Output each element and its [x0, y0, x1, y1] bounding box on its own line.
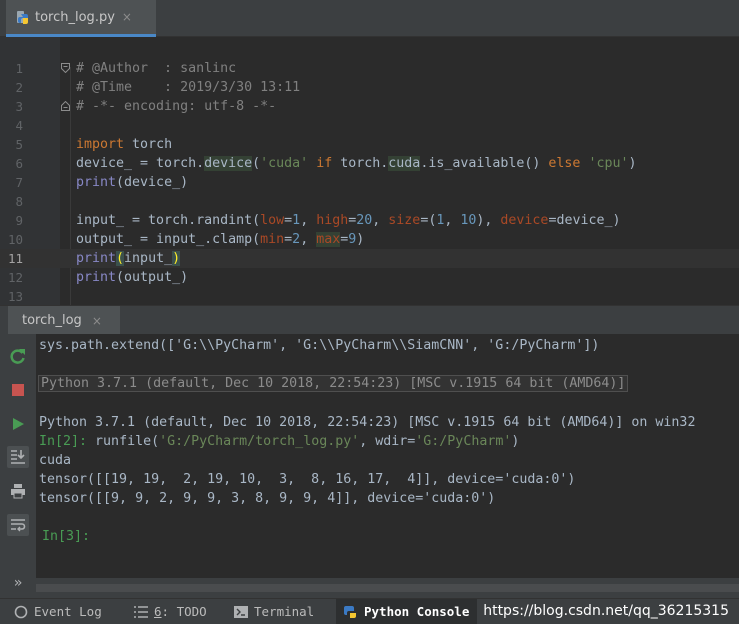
console-prompt: In[2]: [39, 434, 96, 449]
scroll-to-end-icon[interactable] [7, 446, 29, 468]
console-toolbar: » [0, 334, 36, 598]
todo-button[interactable]: 6: TODO [134, 599, 207, 624]
editor-tab[interactable]: torch_log.py × [6, 0, 156, 37]
console-output[interactable]: sys.path.extend(['G:\\PyCharm', 'G:\\PyC… [36, 334, 739, 578]
code-line[interactable]: 9 input_ = torch.randint(low=1, high=20,… [0, 211, 739, 230]
fold-icon[interactable] [61, 63, 70, 73]
line-number: 3 [15, 99, 23, 114]
line-number: 11 [7, 251, 23, 266]
code-line[interactable]: 5 import torch [0, 135, 739, 154]
scrollbar-thumb[interactable] [36, 584, 739, 592]
code-line[interactable]: 10 output_ = input_.clamp(min=2, max=9) [0, 230, 739, 249]
editor-tab-title: torch_log.py [35, 9, 115, 25]
console-line-banner: Python 3.7.1 (default, Dec 10 2018, 22:5… [37, 375, 629, 392]
code-editor[interactable]: 1 # @Author : sanlinc 2 # @Time : 2019/3… [0, 37, 739, 305]
code-text: input_ = torch.randint(low=1, high=20, s… [76, 213, 621, 228]
code-line-current[interactable]: 11 print(input_) [0, 249, 739, 268]
terminal-icon [234, 605, 248, 618]
soft-wrap-icon[interactable] [7, 514, 29, 536]
code-line[interactable]: 6 device_ = torch.device('cuda' if torch… [0, 154, 739, 173]
terminal-button[interactable]: Terminal [234, 599, 314, 624]
expand-icon[interactable]: » [7, 572, 29, 594]
code-text: # @Time : 2019/3/30 13:11 [76, 80, 301, 95]
code-line[interactable]: 1 # @Author : sanlinc [0, 59, 739, 78]
todo-icon [134, 605, 148, 618]
stop-icon[interactable] [7, 379, 29, 401]
line-number: 5 [15, 137, 23, 152]
console-tab[interactable]: torch_log × [8, 306, 120, 335]
python-console-icon [344, 605, 356, 618]
code-text: output_ = input_.clamp(min=2, max=9) [76, 232, 365, 247]
code-line[interactable]: 4 [0, 116, 739, 135]
console-line: tensor([[9, 9, 2, 9, 9, 3, 8, 9, 9, 4]],… [39, 491, 496, 506]
code-text: print(device_) [76, 175, 189, 190]
code-line[interactable]: 3 # -*- encoding: utf-8 -*- [0, 97, 739, 116]
run-icon[interactable] [7, 413, 29, 435]
code-text: # -*- encoding: utf-8 -*- [76, 99, 277, 114]
event-log-icon [14, 605, 28, 618]
python-file-icon [17, 11, 28, 24]
close-icon[interactable]: × [122, 10, 132, 24]
tool-window-bar: Event Log 6: TODO Terminal Python Consol… [0, 598, 739, 624]
console-line: sys.path.extend(['G:\\PyCharm', 'G:\\PyC… [39, 338, 600, 353]
fold-icon[interactable] [61, 101, 70, 111]
code-line[interactable]: 13 [0, 287, 739, 306]
line-number: 9 [15, 213, 23, 228]
code-text: print(input_) [76, 251, 181, 266]
editor-tab-bar: torch_log.py × [0, 0, 739, 37]
console-command: runfile('G:/PyCharm/torch_log.py', wdir=… [95, 434, 520, 449]
line-number: 12 [7, 270, 23, 285]
horizontal-scrollbar[interactable] [36, 578, 739, 598]
code-line[interactable]: 12 print(output_) [0, 268, 739, 287]
console-tab-title: torch_log [22, 313, 82, 328]
console-line: cuda [39, 453, 72, 468]
line-number: 6 [15, 156, 23, 171]
console-line: tensor([[19, 19, 2, 19, 10, 3, 8, 16, 17… [39, 472, 576, 487]
line-number: 4 [15, 118, 23, 133]
close-icon[interactable]: × [92, 314, 102, 328]
code-line[interactable]: 2 # @Time : 2019/3/30 13:11 [0, 78, 739, 97]
line-number: 2 [15, 80, 23, 95]
code-text: print(output_) [76, 270, 189, 285]
watermark: https://blog.csdn.net/qq_36215315 [483, 603, 729, 619]
line-number: 10 [7, 232, 23, 247]
rerun-icon[interactable] [7, 345, 29, 367]
line-number: 13 [7, 289, 23, 304]
python-console-button[interactable]: Python Console [336, 599, 478, 624]
event-log-button[interactable]: Event Log [14, 599, 102, 624]
code-text: # @Author : sanlinc [76, 61, 237, 76]
line-number: 1 [15, 61, 23, 76]
code-text: import torch [76, 137, 173, 152]
line-number: 8 [15, 194, 23, 209]
code-text: device_ = torch.device('cuda' if torch.c… [76, 156, 637, 171]
code-line[interactable]: 7 print(device_) [0, 173, 739, 192]
line-number: 7 [15, 175, 23, 190]
code-line[interactable]: 8 [0, 192, 739, 211]
console-line: Python 3.7.1 (default, Dec 10 2018, 22:5… [39, 415, 696, 430]
print-icon[interactable] [7, 480, 29, 502]
console-line-input: In[2]: runfile('G:/PyCharm/torch_log.py'… [39, 432, 519, 451]
console-tab-bar: torch_log × [0, 305, 739, 335]
console-input-prompt[interactable]: In[3]: [42, 527, 90, 546]
